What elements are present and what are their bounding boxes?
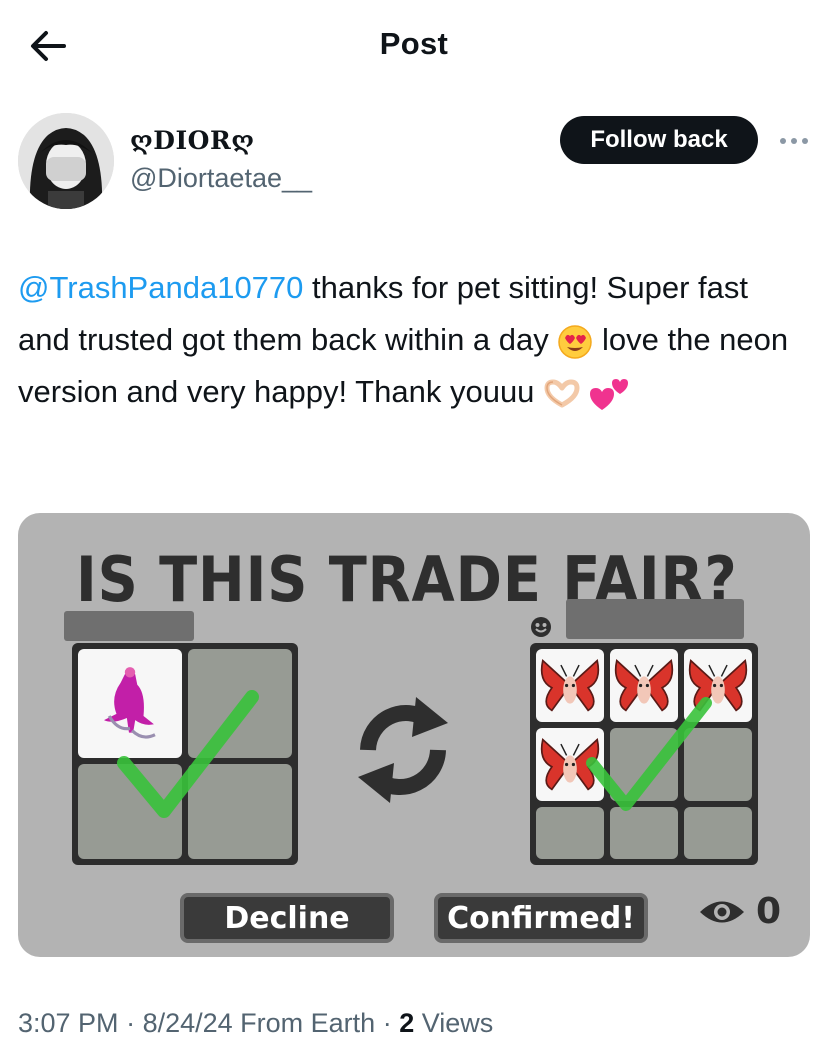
post-media-image[interactable]: IS THIS TRADE FAIR? Decline Confirmed! 0 [18,513,810,957]
separator: · [118,1008,143,1038]
left-player-namebar [64,611,194,641]
mention-link[interactable]: @TrashPanda10770 [18,270,303,305]
right-checkmark-icon [586,697,712,811]
left-checkmark-icon [117,690,259,818]
display-name[interactable]: ღDIORღ [130,126,255,155]
post-source: From Earth [232,1008,376,1038]
ellipsis-icon [780,138,808,144]
user-handle[interactable]: @Diortaetae__ [130,163,312,194]
eye-icon [700,901,744,922]
more-options-button[interactable] [774,126,814,156]
views-count[interactable]: 2 [399,1008,414,1038]
top-bar: Post [0,0,828,90]
decline-button[interactable]: Decline [180,893,394,943]
post-text: @TrashPanda10770 thanks for pet sitting!… [18,262,808,418]
two-hearts-emoji [589,378,628,410]
views-label[interactable]: Views [414,1008,494,1038]
separator: · [375,1008,400,1038]
follow-back-button[interactable]: Follow back [560,116,758,164]
post-meta: 3:07 PM · 8/24/24 From Earth · 2 Views [18,1008,493,1039]
avatar-image [18,113,114,209]
heart-hands-emoji [544,379,580,408]
confirmed-button[interactable]: Confirmed! [434,893,648,943]
post-date: 8/24/24 [142,1008,233,1038]
heart-eyes-emoji [558,325,593,359]
avatar[interactable] [18,113,114,209]
viewers-count: 0 [756,891,782,932]
viewers-indicator: 0 [698,891,781,932]
page-title: Post [379,26,449,61]
swap-arrows-icon [358,697,448,803]
right-player-namebar [566,599,744,639]
smiley-icon [531,617,551,637]
post-time: 3:07 PM [18,1008,119,1038]
